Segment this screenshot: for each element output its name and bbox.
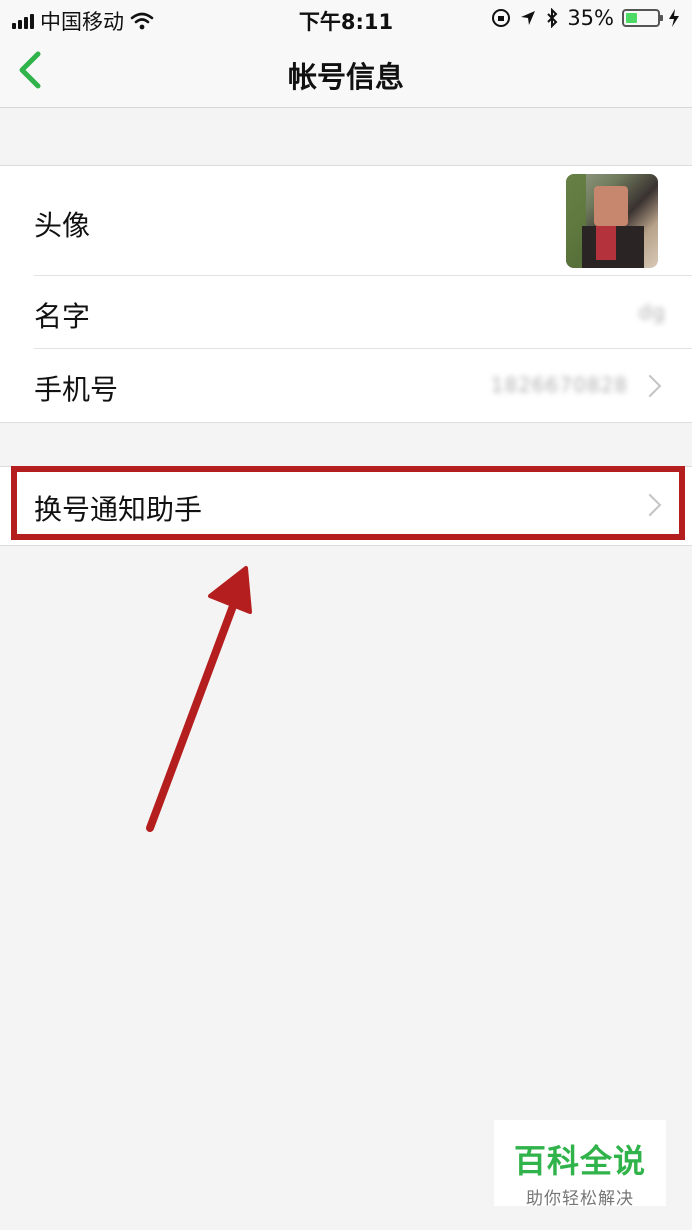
name-value: dg bbox=[638, 300, 666, 324]
avatar[interactable] bbox=[566, 174, 658, 268]
chevron-right-icon bbox=[638, 374, 662, 398]
account-info-group: 头像 名字 dg 手机号 1826670828 bbox=[0, 165, 692, 423]
nav-bar: 帐号信息 bbox=[0, 36, 692, 108]
bluetooth-icon bbox=[547, 8, 558, 28]
status-right: 35% bbox=[491, 6, 680, 30]
charging-icon bbox=[669, 9, 679, 27]
name-row[interactable]: 名字 dg bbox=[0, 276, 692, 349]
status-bar: 中国移动 下午8:11 35% bbox=[0, 0, 692, 36]
watermark-logo: 百科全说 助你轻松解决 bbox=[494, 1120, 666, 1209]
number-change-assistant-label: 换号通知助手 bbox=[34, 493, 203, 526]
location-icon bbox=[521, 11, 536, 25]
assistant-group: 换号通知助手 bbox=[0, 466, 692, 546]
watermark-subtitle: 助你轻松解决 bbox=[526, 1189, 634, 1209]
phone-label: 手机号 bbox=[34, 373, 119, 406]
battery-icon bbox=[622, 9, 663, 27]
page-title: 帐号信息 bbox=[287, 60, 404, 94]
avatar-label: 头像 bbox=[34, 209, 91, 242]
number-change-assistant-row[interactable]: 换号通知助手 bbox=[0, 467, 692, 543]
name-label: 名字 bbox=[34, 300, 91, 333]
phone-value: 1826670828 bbox=[490, 373, 628, 397]
avatar-row[interactable]: 头像 bbox=[0, 166, 692, 276]
chevron-right-icon bbox=[638, 493, 662, 517]
watermark-title: 百科全说 bbox=[513, 1142, 646, 1180]
phone-row[interactable]: 手机号 1826670828 bbox=[0, 349, 692, 422]
rotation-lock-icon bbox=[492, 9, 511, 27]
battery-percent: 35% bbox=[567, 6, 614, 30]
